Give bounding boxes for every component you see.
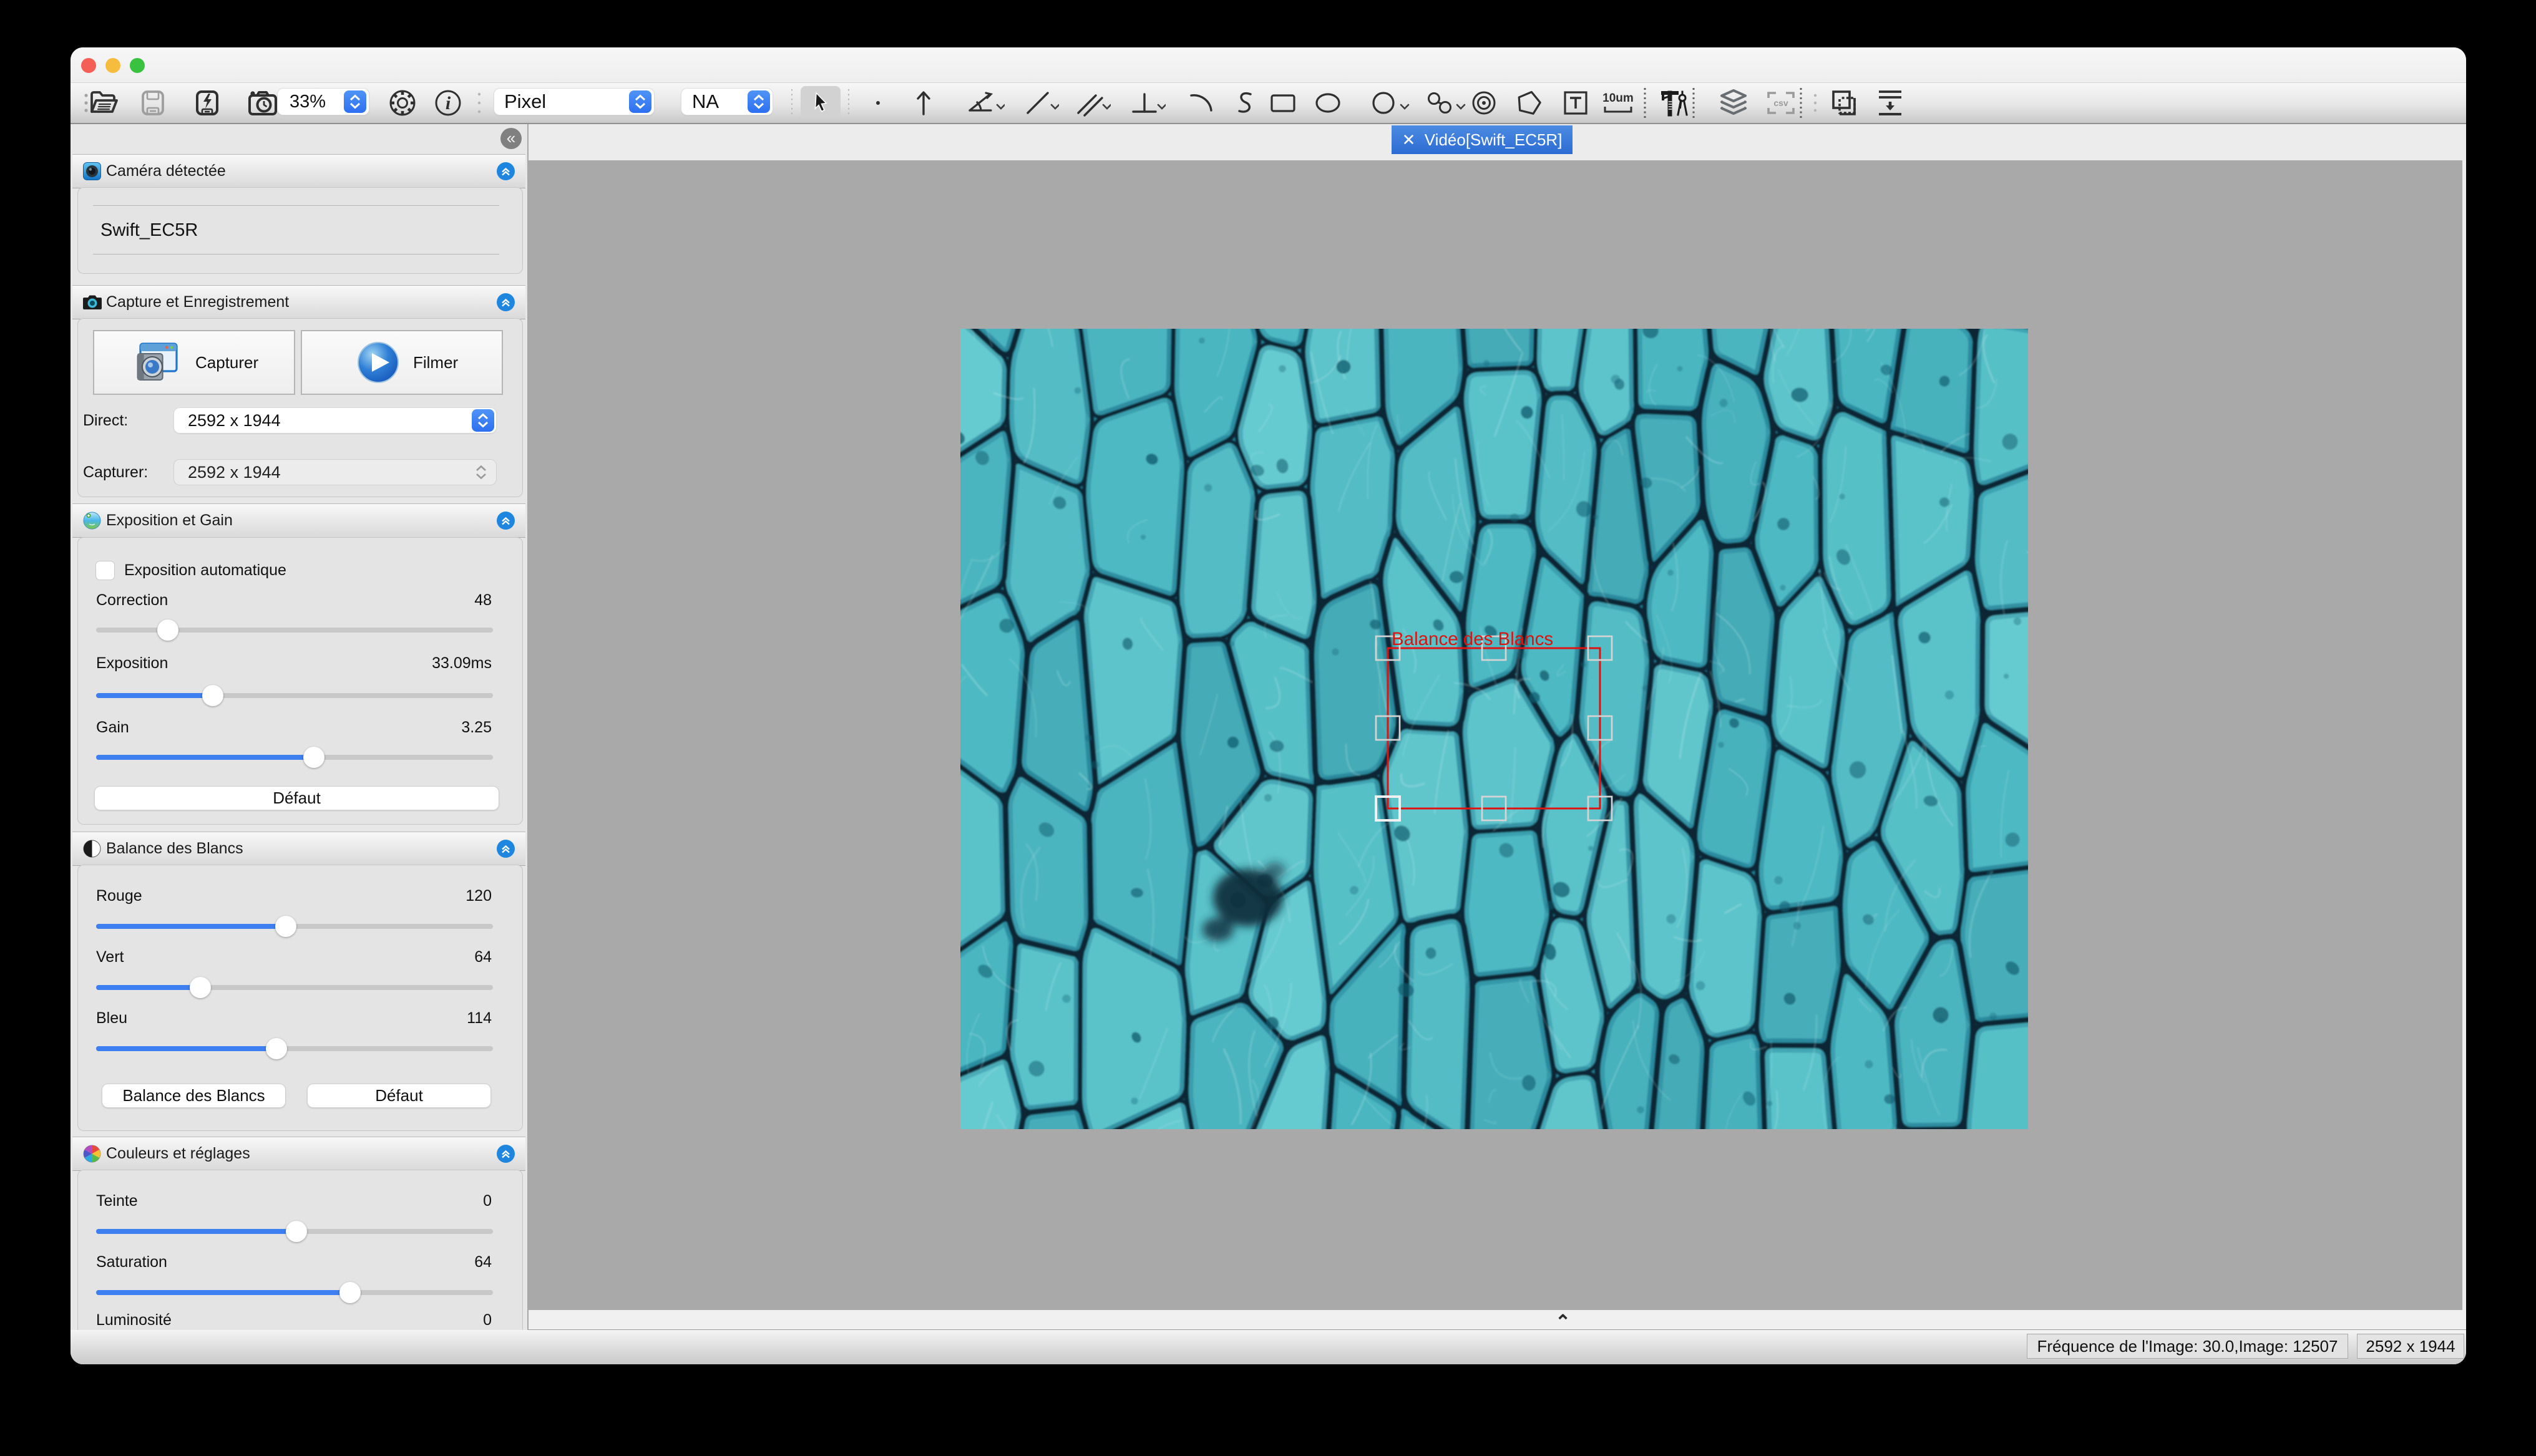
svg-text:i: i xyxy=(446,93,451,114)
svg-text:Balance des Blancs: Balance des Blancs xyxy=(1392,629,1553,649)
svg-text:10um: 10um xyxy=(1602,92,1634,105)
svg-text:csv: csv xyxy=(1773,98,1788,108)
